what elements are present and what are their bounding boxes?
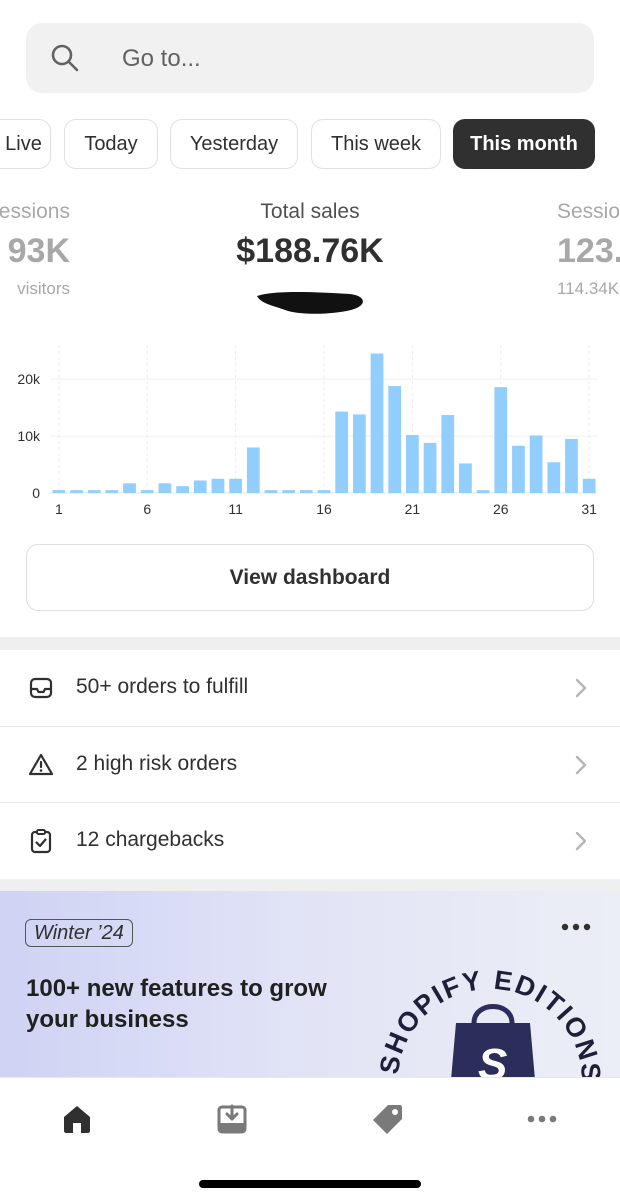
metric-sub: visitors: [17, 279, 70, 298]
chart-bar[interactable]: [246, 447, 260, 493]
filter-chip-live[interactable]: Live: [0, 119, 51, 169]
chart-bar[interactable]: [264, 490, 278, 493]
search-icon: [51, 44, 79, 72]
metric-value: $188.76K: [236, 232, 384, 270]
chart-x-tick-label: 26: [493, 501, 509, 517]
promo-title: 100+ new features to grow your business: [26, 975, 327, 1033]
chart-bar[interactable]: [211, 478, 225, 493]
task-label: 12 chargebacks: [76, 828, 225, 851]
chart-bar[interactable]: [282, 490, 296, 493]
task-label: 50+ orders to fulfill: [76, 675, 249, 698]
chart-bar[interactable]: [388, 385, 402, 493]
metric-value: 123.: [557, 232, 620, 270]
chart-x-tick-label: 6: [143, 501, 151, 517]
chart-bar[interactable]: [459, 463, 472, 493]
task-row-orders-to-fulfill[interactable]: 50+ orders to fulfill: [0, 650, 620, 726]
chart-y-tick-label: 0: [32, 485, 40, 501]
chart-x-tick-label: 31: [581, 501, 597, 517]
filter-chip-yesterday[interactable]: Yesterday: [170, 119, 298, 169]
chart-x-tick-label: 1: [55, 501, 63, 517]
chart-bar[interactable]: [105, 490, 119, 493]
chart-bar[interactable]: [87, 490, 101, 493]
metric-sub: 114.34K: [557, 279, 620, 298]
search-bar[interactable]: Go to...: [26, 23, 594, 93]
chart-bar[interactable]: [299, 490, 313, 493]
chart-bar[interactable]: [176, 486, 189, 493]
chart-bar[interactable]: [317, 490, 331, 493]
chevron-right-icon: [575, 678, 587, 698]
chart-bar[interactable]: [565, 438, 578, 493]
chart-bar[interactable]: [529, 435, 543, 493]
inbox-icon: [29, 677, 53, 699]
metric-label: Sessions: [557, 200, 620, 223]
chart-bar[interactable]: [193, 480, 207, 493]
home-icon[interactable]: [60, 1102, 94, 1136]
chart-y-tick-label: 20k: [17, 371, 41, 387]
promo-card[interactable]: Winter ’24 100+ new features to grow you…: [0, 891, 620, 1077]
task-row-high-risk-orders[interactable]: 2 high risk orders: [0, 727, 620, 803]
promo-tag: Winter ’24: [25, 919, 133, 947]
chevron-right-icon: [575, 831, 587, 851]
metric-label: Total sales: [260, 200, 360, 223]
metric-total-sales[interactable]: Total sales $188.76K: [190, 200, 430, 271]
home-indicator: [199, 1180, 421, 1188]
metric-value: 93K: [7, 232, 70, 270]
metric-label: Sessions: [0, 200, 70, 223]
alert-triangle-icon: [28, 753, 54, 776]
chart-x-tick-label: 21: [405, 501, 421, 517]
chart-bar[interactable]: [158, 483, 172, 493]
products-tag-icon[interactable]: [371, 1102, 405, 1136]
chart-bar[interactable]: [370, 353, 384, 493]
section-gap: [0, 637, 620, 650]
chart-bar[interactable]: [352, 414, 366, 493]
chart-bar[interactable]: [547, 462, 561, 493]
search-placeholder: Go to...: [122, 45, 201, 72]
clipboard-check-icon: [30, 829, 52, 854]
chart-bar[interactable]: [123, 483, 136, 493]
view-dashboard-button[interactable]: View dashboard: [26, 544, 594, 611]
chart-bar[interactable]: [582, 478, 596, 493]
filter-chip-this-week[interactable]: This week: [311, 119, 441, 169]
chart-bar[interactable]: [229, 478, 242, 493]
chart-x-tick-label: 11: [228, 501, 243, 517]
metric-sessions-left[interactable]: Sessions 93K visitors: [0, 200, 70, 299]
sales-bar-chart: 010k20k1 6 11 16 21 26 31: [17, 345, 598, 517]
chart-bar[interactable]: [441, 415, 455, 493]
shopify-editions-logo: SHOPIFY EDITIONS S: [374, 965, 604, 1077]
chart-bar[interactable]: [476, 490, 490, 493]
svg-text:S: S: [478, 1040, 507, 1077]
chart-bar[interactable]: [70, 490, 83, 493]
chevron-right-icon: [575, 755, 587, 775]
metric-sessions-right[interactable]: Sessions 123. 114.34K: [557, 200, 620, 299]
chart-bar[interactable]: [140, 490, 154, 493]
filter-chip-today[interactable]: Today: [64, 119, 158, 169]
chart-bar[interactable]: [512, 445, 525, 493]
chart-bar[interactable]: [494, 387, 508, 493]
task-label: 2 high risk orders: [76, 752, 238, 775]
more-icon[interactable]: [525, 1102, 559, 1136]
chart-bar[interactable]: [406, 434, 419, 493]
orders-icon[interactable]: [215, 1102, 249, 1136]
filter-chip-this-month[interactable]: This month: [453, 119, 595, 169]
redaction-mark: [257, 292, 363, 314]
chart-bar[interactable]: [52, 490, 66, 493]
task-row-chargebacks[interactable]: 12 chargebacks: [0, 803, 620, 879]
chart-bar[interactable]: [335, 411, 349, 493]
chart-bar[interactable]: [423, 442, 437, 493]
chart-x-tick-label: 16: [316, 501, 332, 517]
chart-y-tick-label: 10k: [17, 428, 41, 444]
